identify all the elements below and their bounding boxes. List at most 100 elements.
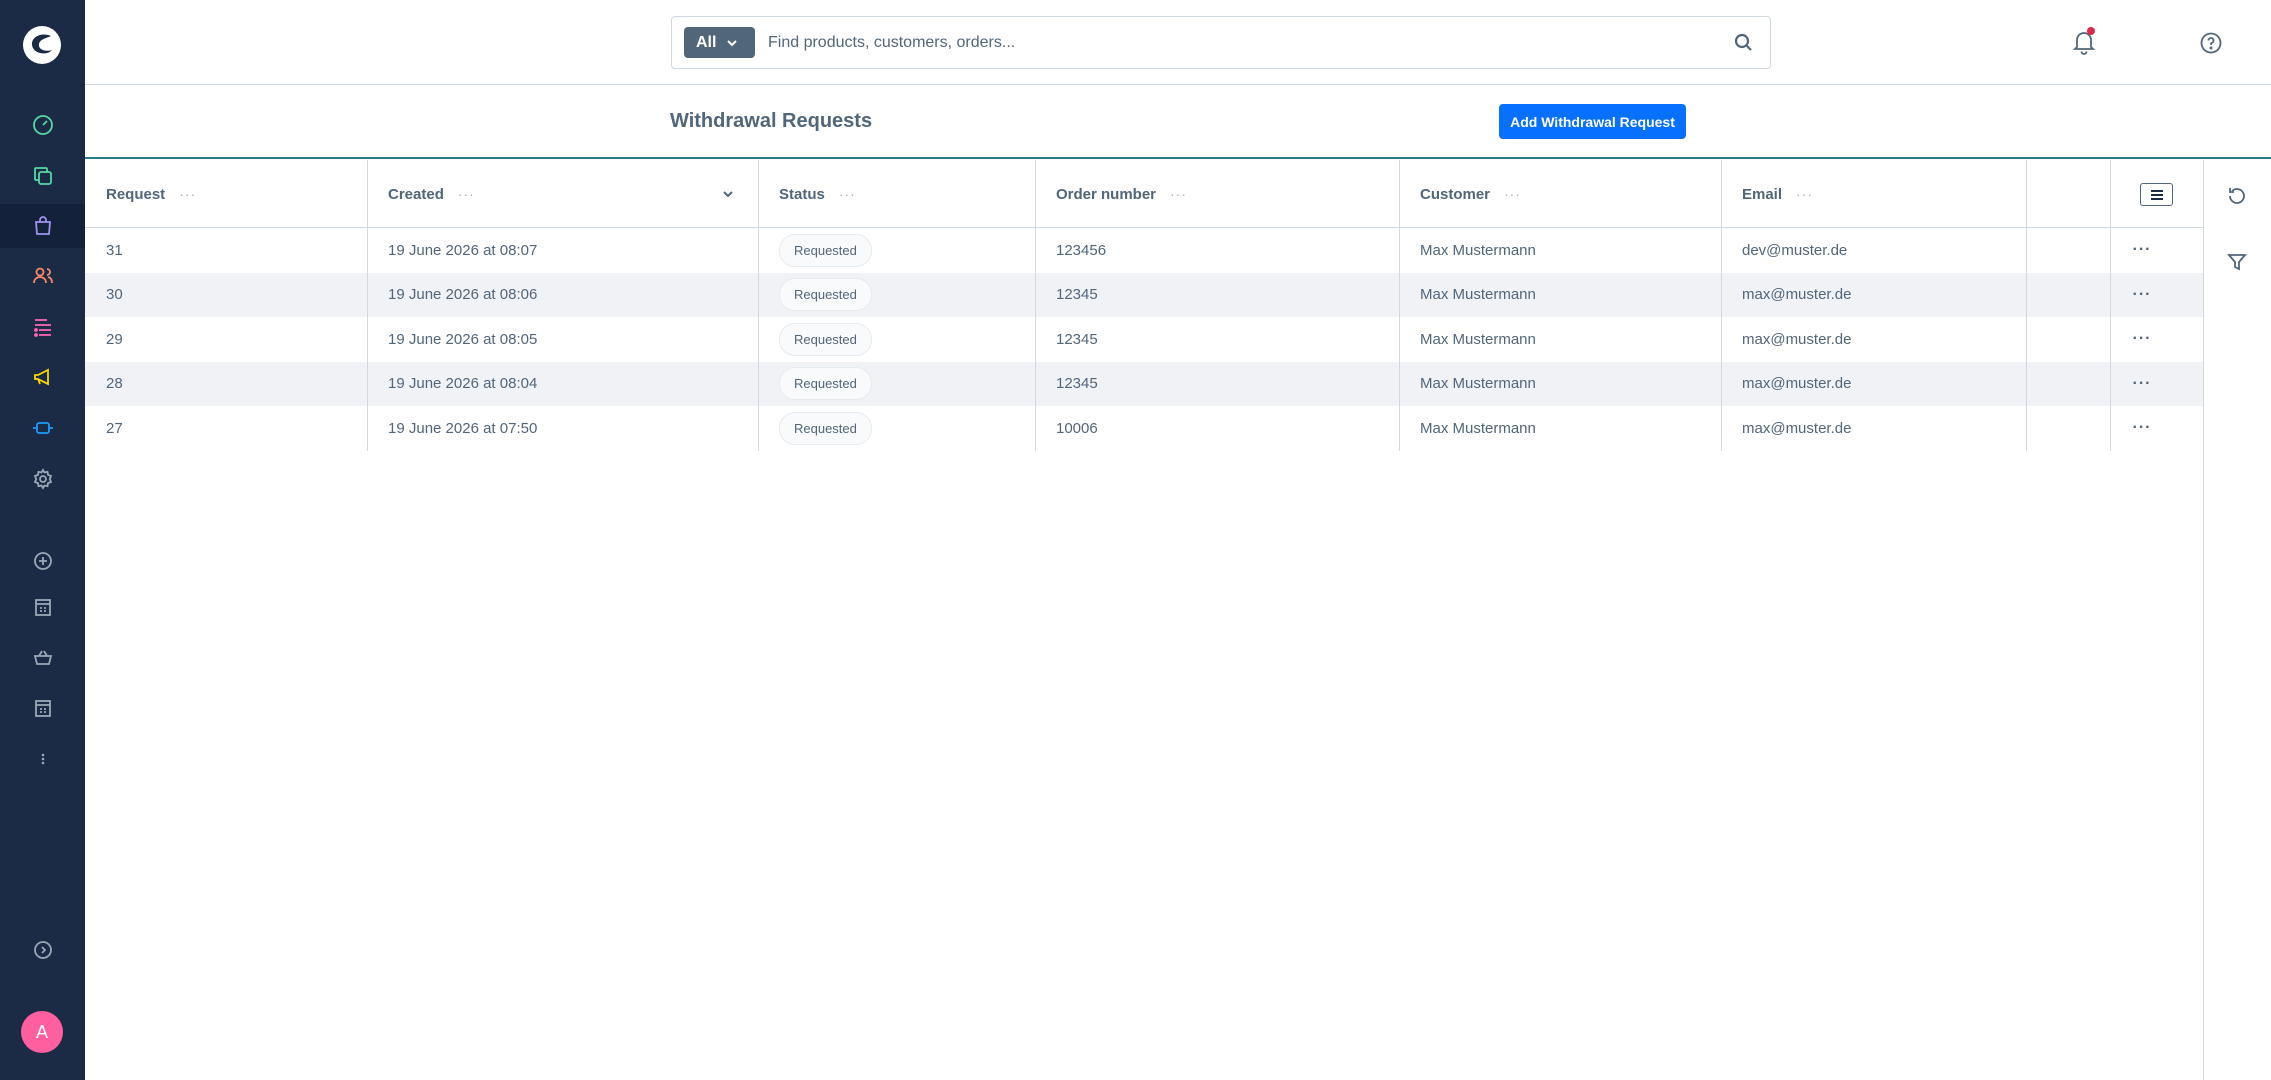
column-menu-icon[interactable]: ··· <box>1504 186 1521 202</box>
sidebar-item-settings[interactable] <box>0 457 85 501</box>
column-menu-icon[interactable]: ··· <box>1796 186 1813 202</box>
cell-customer: Max Mustermann <box>1420 375 1536 393</box>
content-icon <box>33 319 51 337</box>
status-badge: Requested <box>779 278 872 312</box>
table-row[interactable]: 31 19 June 2026 at 08:07 Requested 12345… <box>85 228 2203 273</box>
gauge-icon <box>32 115 53 135</box>
table-row[interactable]: 27 19 June 2026 at 07:50 Requested 10006… <box>85 406 2203 451</box>
storefront-icon <box>34 700 51 717</box>
row-actions-icon[interactable]: ··· <box>2132 228 2152 273</box>
cell-email: max@muster.de <box>1742 375 1852 393</box>
sidebar-item-extensions[interactable] <box>0 406 85 450</box>
column-divider <box>1721 160 1722 451</box>
users-icon <box>32 267 53 284</box>
cell-customer: Max Mustermann <box>1420 419 1536 437</box>
column-label: Status <box>779 185 825 203</box>
column-divider <box>1035 160 1036 451</box>
cell-request: 30 <box>106 286 123 304</box>
row-actions-icon[interactable]: ··· <box>2132 406 2152 451</box>
sidebar-item-dashboard[interactable] <box>0 103 85 147</box>
table-row[interactable]: 30 19 June 2026 at 08:06 Requested 12345… <box>85 272 2203 318</box>
admin-sidebar: A <box>0 0 85 1080</box>
cell-created: 19 June 2026 at 08:06 <box>388 286 538 304</box>
cell-created: 19 June 2026 at 07:50 <box>388 419 538 437</box>
cell-status: Requested <box>758 362 872 407</box>
search-icon[interactable] <box>1732 31 1756 55</box>
grid-header: Request ··· Created ··· Status ··· Order… <box>85 160 2203 228</box>
sidebar-item-storefront-1[interactable] <box>0 585 85 629</box>
refresh-icon[interactable] <box>2225 184 2249 208</box>
column-header-order-number[interactable]: Order number ··· <box>1035 160 1399 228</box>
column-label: Customer <box>1420 185 1491 203</box>
chevron-down-icon <box>727 39 738 46</box>
column-divider <box>758 160 759 451</box>
column-header-request[interactable]: Request ··· <box>85 160 367 228</box>
cell-order-number[interactable]: 123456 <box>1035 228 1106 273</box>
plug-icon <box>32 422 53 434</box>
cell-request: 27 <box>106 419 123 437</box>
column-menu-icon[interactable]: ··· <box>839 186 856 202</box>
table-row[interactable]: 29 19 June 2026 at 08:05 Requested 12345… <box>85 317 2203 362</box>
notification-indicator <box>2087 27 2095 35</box>
column-menu-icon[interactable]: ··· <box>458 186 475 202</box>
sidebar-item-orders[interactable] <box>0 204 85 248</box>
grid-body: 31 19 June 2026 at 08:07 Requested 12345… <box>85 228 2203 451</box>
column-header-customer[interactable]: Customer ··· <box>1399 160 1721 228</box>
plus-circle-icon <box>33 552 52 570</box>
cell-request: 31 <box>106 241 123 259</box>
cell-status: Requested <box>758 317 872 362</box>
column-menu-icon[interactable]: ··· <box>1170 186 1187 202</box>
column-divider <box>2026 160 2027 451</box>
row-actions-icon[interactable]: ··· <box>2132 362 2152 407</box>
table-row[interactable]: 28 19 June 2026 at 08:04 Requested 12345… <box>85 361 2203 407</box>
status-badge: Requested <box>779 367 872 401</box>
search-input[interactable] <box>768 27 1668 58</box>
status-badge: Requested <box>779 322 872 356</box>
help-icon[interactable] <box>2199 31 2223 55</box>
page-header: Withdrawal Requests Add Withdrawal Reque… <box>85 86 2271 159</box>
column-settings-button[interactable] <box>2140 183 2173 206</box>
row-actions-icon[interactable]: ··· <box>2132 317 2152 362</box>
global-search: All <box>671 16 1771 69</box>
search-type-label: All <box>696 33 717 51</box>
cell-created: 19 June 2026 at 08:07 <box>388 241 538 259</box>
cell-request: 29 <box>106 330 123 348</box>
cell-status: Requested <box>758 273 872 318</box>
megaphone-icon <box>33 368 49 386</box>
column-header-created[interactable]: Created ··· <box>367 160 758 228</box>
sidebar-item-more[interactable] <box>0 737 85 781</box>
cell-order-number[interactable]: 12345 <box>1035 317 1098 362</box>
shopware-logo-icon[interactable] <box>21 24 63 66</box>
column-header-status[interactable]: Status ··· <box>758 160 1035 228</box>
top-bar: All <box>85 0 2271 85</box>
column-label: Order number <box>1056 185 1157 203</box>
gear-icon <box>33 468 52 490</box>
sort-descending-icon[interactable] <box>722 188 734 200</box>
header-divider <box>85 157 2271 159</box>
cell-order-number[interactable]: 12345 <box>1035 362 1098 407</box>
search-type-selector[interactable]: All <box>684 27 755 58</box>
filter-icon[interactable] <box>2225 250 2249 274</box>
column-divider <box>367 160 368 451</box>
cell-order-number[interactable]: 12345 <box>1035 273 1098 318</box>
add-withdrawal-request-button[interactable]: Add Withdrawal Request <box>1499 104 1686 139</box>
cell-status: Requested <box>758 406 872 451</box>
cell-customer: Max Mustermann <box>1420 286 1536 304</box>
cell-order-number[interactable]: 10006 <box>1035 406 1098 451</box>
sidebar-item-add-channel[interactable] <box>0 539 85 583</box>
column-divider <box>1399 160 1400 451</box>
sidebar-item-storefront-2[interactable] <box>0 686 85 730</box>
sidebar-item-catalogues[interactable] <box>0 154 85 198</box>
column-label: Request <box>106 185 166 203</box>
sidebar-item-customers[interactable] <box>0 254 85 298</box>
column-header-email[interactable]: Email ··· <box>1721 160 2026 228</box>
cell-created: 19 June 2026 at 08:05 <box>388 330 538 348</box>
sidebar-item-content[interactable] <box>0 305 85 349</box>
sidebar-collapse-toggle[interactable] <box>0 928 85 972</box>
cell-email: dev@muster.de <box>1742 241 1848 259</box>
user-avatar[interactable]: A <box>21 1011 63 1053</box>
sidebar-item-headless[interactable] <box>0 636 85 680</box>
row-actions-icon[interactable]: ··· <box>2132 273 2152 318</box>
sidebar-item-marketing[interactable] <box>0 355 85 399</box>
column-menu-icon[interactable]: ··· <box>179 186 196 202</box>
